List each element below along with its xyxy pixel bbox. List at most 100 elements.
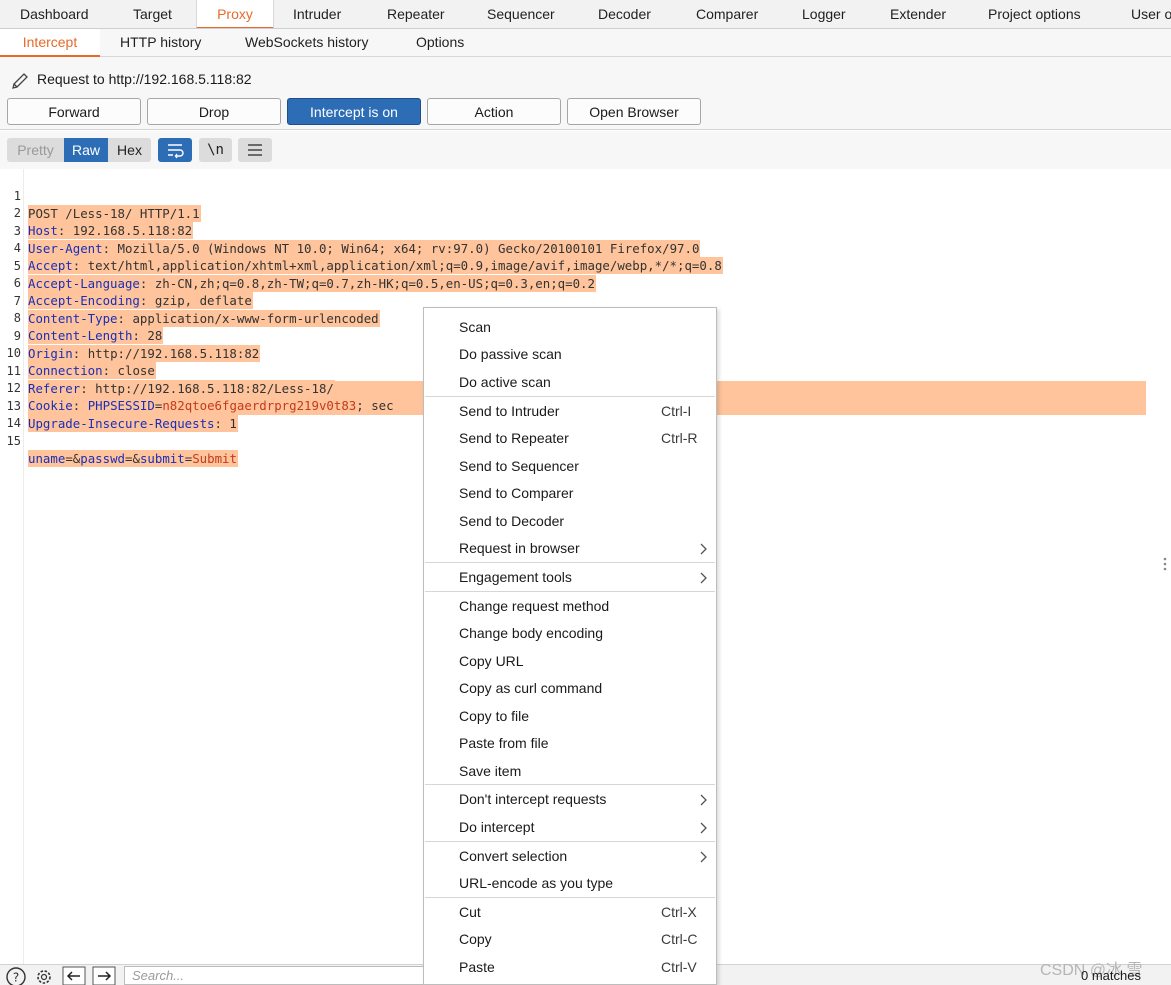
- menu-item-scan[interactable]: Scan: [425, 315, 715, 341]
- menu-item-engagement-tools[interactable]: Engagement tools: [425, 565, 715, 591]
- tab-proxy[interactable]: Proxy: [196, 0, 274, 28]
- header-value: gzip, deflate: [147, 293, 252, 308]
- menu-item-do-intercept[interactable]: Do intercept: [425, 815, 715, 841]
- header-content: Content-Length: 28: [28, 327, 164, 344]
- line-number: 15: [6, 434, 21, 448]
- tab-repeater[interactable]: Repeater: [387, 0, 445, 28]
- menu-item-label: Engagement tools: [459, 569, 572, 585]
- menu-item-label: Send to Sequencer: [459, 458, 579, 474]
- menu-item-label: Copy: [459, 931, 492, 947]
- menu-item-send-to-sequencer[interactable]: Send to Sequencer: [425, 454, 715, 480]
- cookie-tail: ; sec: [356, 398, 394, 413]
- menu-item-send-to-comparer[interactable]: Send to Comparer: [425, 481, 715, 507]
- header-name: User-Agent: [28, 241, 103, 256]
- menu-item-label: Don't intercept requests: [459, 791, 607, 807]
- header-line: 13 Upgrade-Insecure-Requests: 1: [0, 381, 238, 432]
- header-line: 8 Content-Length: 28: [0, 293, 164, 344]
- help-icon[interactable]: ?: [4, 966, 28, 985]
- menu-item-label: Change body encoding: [459, 625, 604, 641]
- menu-item-copy-as-curl[interactable]: Copy as curl command: [425, 676, 715, 702]
- tab-intercept[interactable]: Intercept: [0, 29, 100, 57]
- menu-item-request-in-browser[interactable]: Request in browser: [425, 536, 715, 562]
- header-content: Accept-Language: zh-CN,zh;q=0.8,zh-TW;q=…: [28, 275, 596, 292]
- menu-item-label: Cut: [459, 904, 481, 920]
- menu-item-shortcut: Ctrl-R: [661, 430, 698, 446]
- tab-http-history[interactable]: HTTP history: [120, 29, 201, 57]
- arrow-left-icon[interactable]: [62, 966, 86, 985]
- header-name: Accept: [28, 258, 73, 273]
- menu-item-shortcut: Ctrl-X: [661, 904, 697, 920]
- chevron-right-icon: [700, 851, 707, 863]
- menu-separator: [425, 562, 715, 563]
- header-content: Content-Type: application/x-www-form-url…: [28, 310, 380, 327]
- menu-item-send-to-repeater[interactable]: Send to Repeater Ctrl-R: [425, 426, 715, 452]
- header-line: 12 Cookie: PHPSESSID=n82qtoe6fgaerdrprg2…: [0, 363, 395, 414]
- chevron-right-icon: [700, 822, 707, 834]
- settings-gear-icon[interactable]: [32, 966, 58, 985]
- intercept-toggle-button[interactable]: Intercept is on: [287, 98, 421, 125]
- menu-item-send-to-decoder[interactable]: Send to Decoder: [425, 509, 715, 535]
- tab-sequencer[interactable]: Sequencer: [487, 0, 555, 28]
- view-raw-tab[interactable]: Raw: [64, 138, 108, 162]
- menu-item-save-item[interactable]: Save item: [425, 759, 715, 785]
- tab-comparer[interactable]: Comparer: [696, 0, 758, 28]
- menu-item-send-to-intruder[interactable]: Send to Intruder Ctrl-I: [425, 399, 715, 425]
- menu-item-paste[interactable]: Paste Ctrl-V: [425, 955, 715, 981]
- word-wrap-button[interactable]: [158, 138, 192, 162]
- view-pretty-tab[interactable]: Pretty: [7, 138, 64, 162]
- context-menu: Scan Do passive scan Do active scan Send…: [423, 307, 717, 985]
- header-name: Content-Type: [28, 311, 118, 326]
- tab-target[interactable]: Target: [133, 0, 172, 28]
- menu-item-url-encode-as-you-type[interactable]: URL-encode as you type: [425, 871, 715, 897]
- header-name: Host: [28, 223, 58, 238]
- tab-project-options[interactable]: Project options: [988, 0, 1081, 28]
- hamburger-icon: [248, 144, 262, 156]
- menu-item-passive-scan[interactable]: Do passive scan: [425, 342, 715, 368]
- view-hex-tab[interactable]: Hex: [108, 138, 151, 162]
- tab-dashboard[interactable]: Dashboard: [20, 0, 89, 28]
- tab-intruder[interactable]: Intruder: [293, 0, 341, 28]
- header-content: Upgrade-Insecure-Requests: 1: [28, 415, 238, 432]
- header-name: Referer: [28, 381, 81, 396]
- menu-item-convert-selection[interactable]: Convert selection: [425, 844, 715, 870]
- tab-user-options[interactable]: User o: [1131, 0, 1171, 28]
- split-handle-icon[interactable]: [1163, 556, 1167, 572]
- proxy-sub-tab-bar: Intercept HTTP history WebSockets histor…: [0, 29, 1171, 57]
- menu-item-shortcut: Ctrl-C: [661, 931, 698, 947]
- menu-item-cut[interactable]: Cut Ctrl-X: [425, 900, 715, 926]
- menu-item-label: Do intercept: [459, 819, 535, 835]
- search-input[interactable]: Search...: [124, 966, 424, 985]
- header-name: Cookie: [28, 398, 73, 413]
- tab-logger[interactable]: Logger: [802, 0, 846, 28]
- menu-item-dont-intercept[interactable]: Don't intercept requests: [425, 787, 715, 813]
- menu-item-label: Send to Intruder: [459, 403, 560, 419]
- forward-button[interactable]: Forward: [7, 98, 141, 125]
- param-name: uname: [28, 451, 66, 466]
- menu-item-copy-url[interactable]: Copy URL: [425, 649, 715, 675]
- menu-item-label: Send to Decoder: [459, 513, 565, 529]
- tab-websockets-history[interactable]: WebSockets history: [245, 29, 368, 57]
- header-value: 1: [221, 416, 237, 431]
- request-target-label: Request to http://192.168.5.118:82: [37, 71, 252, 87]
- open-browser-button[interactable]: Open Browser: [567, 98, 701, 125]
- show-newlines-button[interactable]: \n: [199, 138, 232, 162]
- menu-item-active-scan[interactable]: Do active scan: [425, 370, 715, 396]
- match-count: 0 matches: [1081, 968, 1141, 983]
- menu-item-change-body-encoding[interactable]: Change body encoding: [425, 621, 715, 647]
- menu-item-paste-from-file[interactable]: Paste from file: [425, 731, 715, 757]
- action-button[interactable]: Action: [427, 98, 561, 125]
- menu-item-copy-to-file[interactable]: Copy to file: [425, 704, 715, 730]
- tab-extender[interactable]: Extender: [890, 0, 946, 28]
- header-content: Cookie: PHPSESSID=n82qtoe6fgaerdrprg219v…: [28, 397, 395, 414]
- drop-button[interactable]: Drop: [147, 98, 281, 125]
- header-name: Upgrade-Insecure-Requests: [28, 416, 215, 431]
- header-value: close: [110, 363, 155, 378]
- menu-item-label: Send to Repeater: [459, 430, 569, 446]
- arrow-right-icon[interactable]: [92, 966, 116, 985]
- header-value: text/html,application/xhtml+xml,applicat…: [80, 258, 722, 273]
- tab-options[interactable]: Options: [416, 29, 464, 57]
- tab-decoder[interactable]: Decoder: [598, 0, 651, 28]
- editor-menu-button[interactable]: [238, 138, 272, 162]
- menu-item-copy[interactable]: Copy Ctrl-C: [425, 927, 715, 953]
- menu-item-change-request-method[interactable]: Change request method: [425, 594, 715, 620]
